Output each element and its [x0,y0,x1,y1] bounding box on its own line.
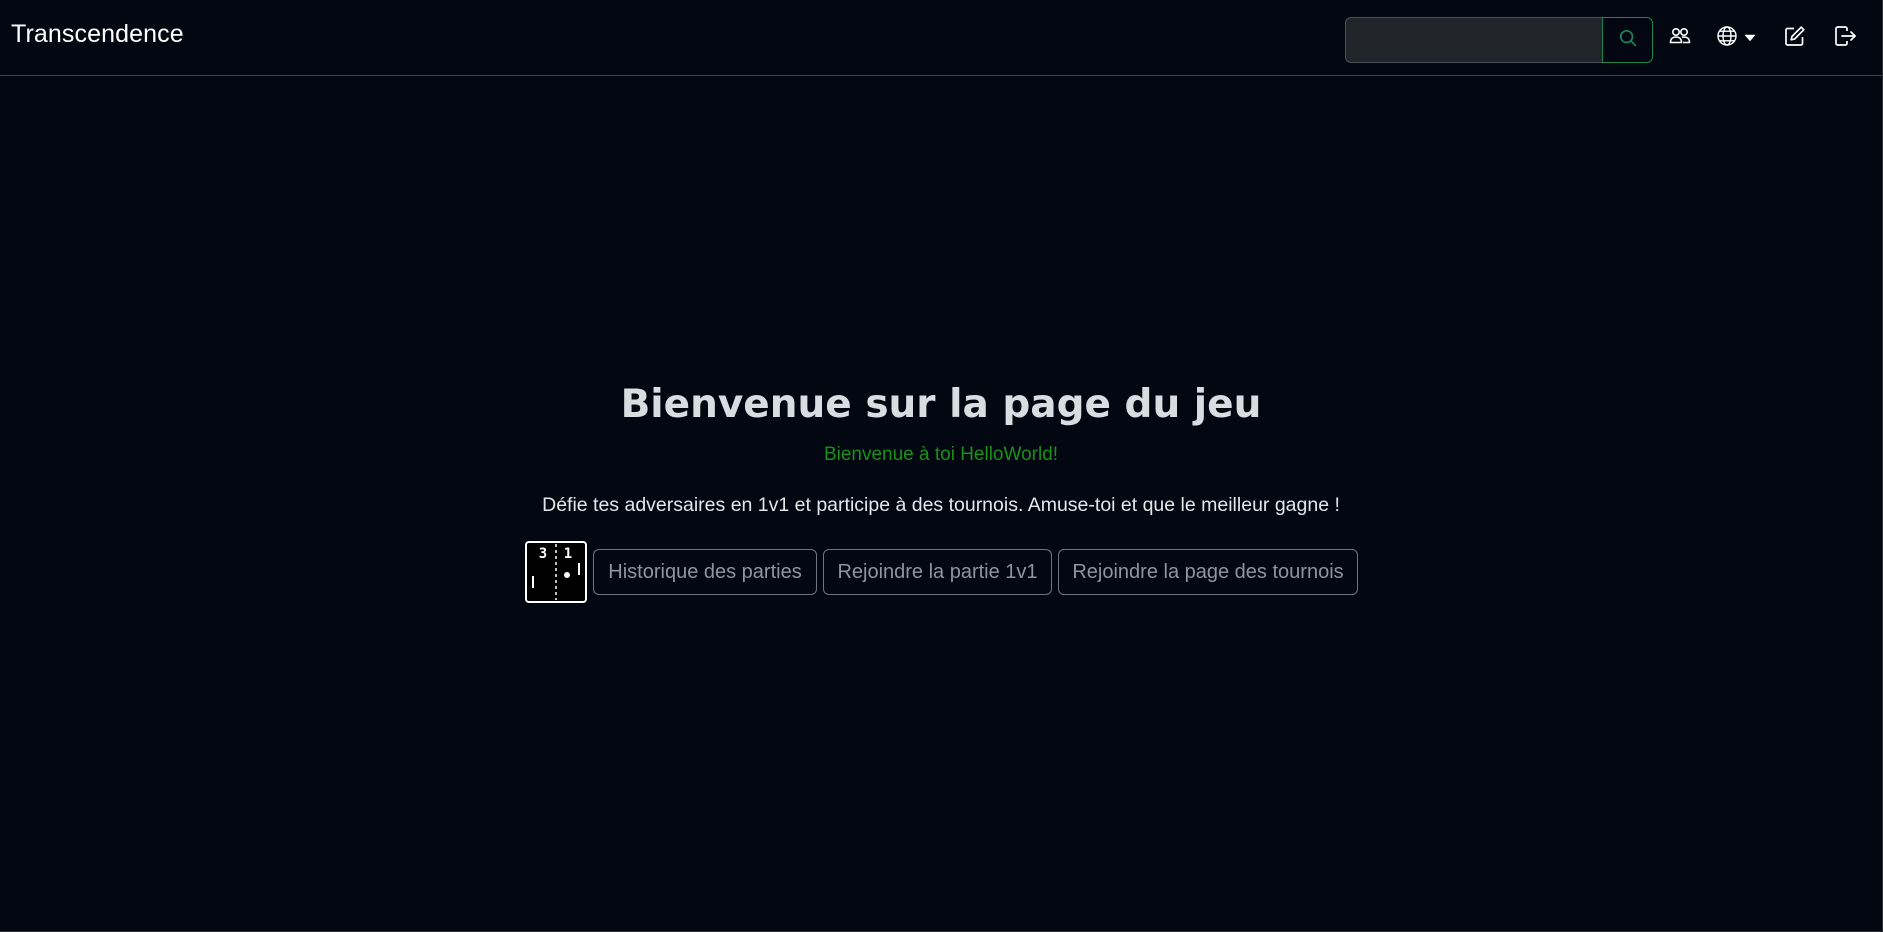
edit-profile-button[interactable] [1782,24,1808,52]
right-paddle [578,563,580,575]
main-content: Bienvenue sur la page du jeu Bienvenue à… [0,76,1882,931]
search-button[interactable] [1602,17,1653,63]
game-description: Défie tes adversaires en 1v1 et particip… [542,494,1340,516]
join-1v1-button[interactable]: Rejoindre la partie 1v1 [823,549,1052,595]
search-input[interactable] [1345,17,1602,63]
score-left: 3 [539,546,547,562]
page-title: Bienvenue sur la page du jeu [620,382,1262,427]
brand-link[interactable]: Transcendence [11,20,184,49]
search-icon [1619,29,1637,52]
ball [564,572,570,578]
language-dropdown[interactable] [1710,24,1762,52]
globe-icon [1716,25,1738,52]
tournaments-button[interactable]: Rejoindre la page des tournois [1058,549,1358,595]
match-history-button[interactable]: Historique des parties [593,549,817,595]
navbar: Transcendence [0,0,1882,76]
score-right: 1 [564,546,572,562]
logout-button[interactable] [1832,24,1860,52]
welcome-message: Bienvenue à toi HelloWorld! [823,444,1059,465]
left-paddle [532,576,534,588]
box-arrow-right-icon [1834,25,1858,52]
pong-logo: 3 1 [525,541,587,603]
friends-button[interactable] [1667,24,1693,52]
caret-down-icon [1744,29,1756,47]
page: Transcendence Bienvenue sur la page du j… [0,0,1883,932]
people-icon [1669,26,1691,51]
pencil-square-icon [1784,25,1806,52]
